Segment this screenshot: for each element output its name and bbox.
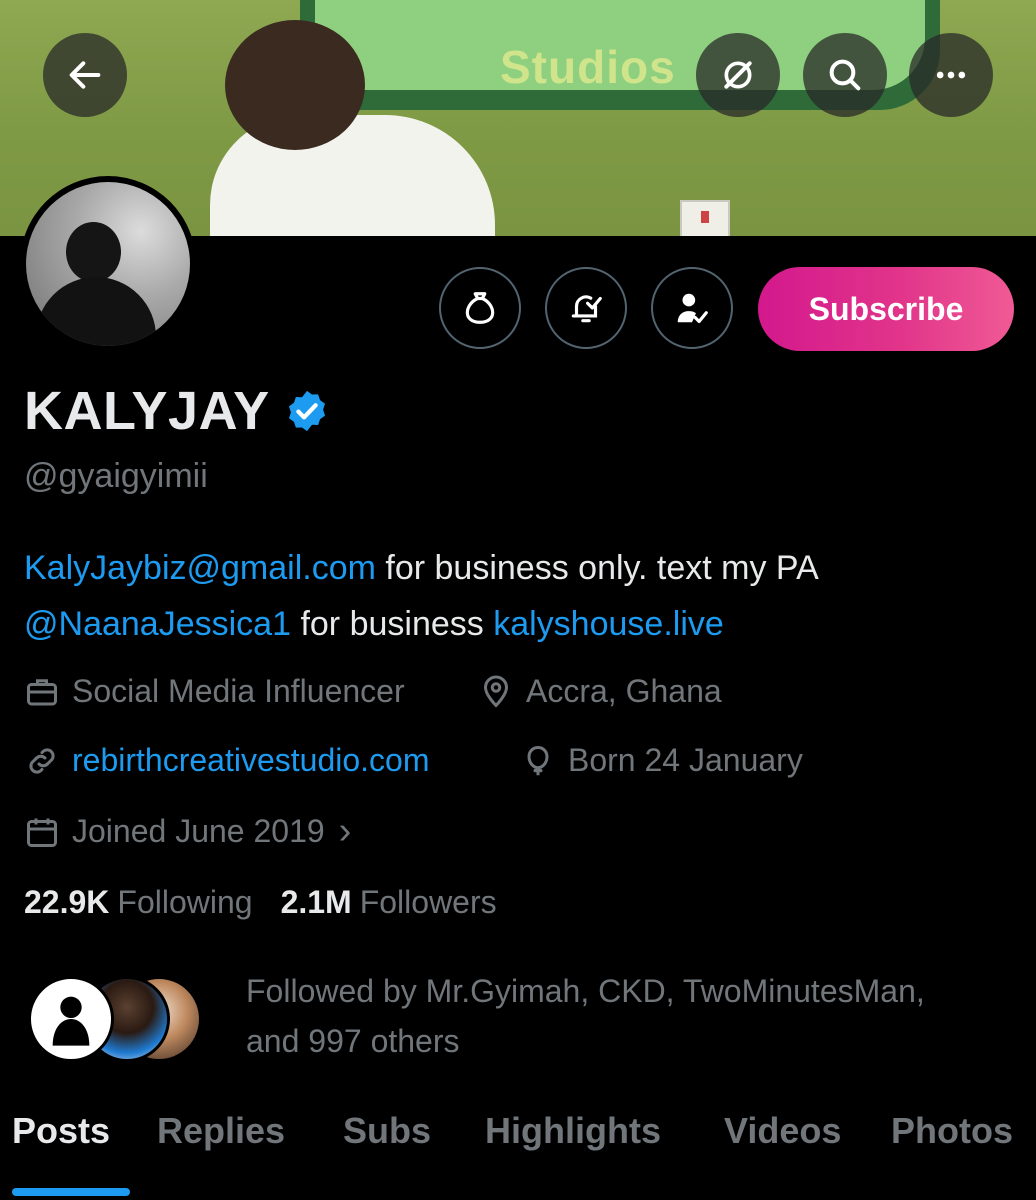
calendar-icon (27, 818, 57, 847)
profile-category: Social Media Influencer (24, 673, 405, 710)
banner-person-head (225, 20, 365, 150)
followed-by-avatars[interactable] (28, 976, 228, 1062)
followed-by-line: Followed by Mr.Gyimah, CKD, TwoMinutesMa… (246, 973, 925, 1009)
person-check-icon (677, 293, 708, 324)
followed-by-line: and 997 others (246, 1023, 460, 1059)
more-button[interactable] (909, 33, 993, 117)
subscribe-button[interactable]: Subscribe (758, 267, 1014, 351)
notifications-button[interactable] (545, 267, 627, 349)
bio-mention-link[interactable]: @NaanaJessica1 (24, 605, 291, 643)
chevron-right-icon: › (338, 810, 352, 852)
category-text: Social Media Influencer (72, 673, 405, 709)
balloon-icon (527, 745, 549, 775)
tab-videos[interactable]: Videos (724, 1110, 841, 1152)
money-bag-icon (465, 292, 495, 324)
banner-sign-text: Studios (500, 41, 676, 93)
avatar-image (26, 182, 190, 346)
tab-subs[interactable]: Subs (343, 1110, 431, 1152)
joined-text: Joined June 2019 (72, 813, 325, 849)
more-horizontal-icon (936, 71, 966, 79)
grok-button[interactable] (696, 33, 780, 117)
followers-count: 2.1M (280, 884, 352, 920)
link-icon (29, 747, 55, 774)
profile-website[interactable]: rebirthcreativestudio.com (24, 742, 429, 779)
back-button[interactable] (43, 33, 127, 117)
verified-badge-icon[interactable] (284, 388, 330, 434)
profile-location: Accra, Ghana (478, 673, 722, 710)
profile-joined[interactable]: Joined June 2019 › (24, 810, 351, 853)
profile-tabs: Posts Replies Subs Highlights Videos Pho… (0, 1110, 1036, 1170)
bio-email-link[interactable]: KalyJaybiz@gmail.com (24, 549, 376, 587)
following-stat[interactable]: 22.9K Following (24, 884, 253, 921)
location-pin-icon (483, 675, 509, 708)
wall-switch (680, 200, 730, 236)
arrow-left-icon (69, 61, 101, 89)
profile-bio: KalyJaybiz@gmail.com for business only. … (24, 540, 1014, 652)
profile-birthday: Born 24 January (520, 742, 803, 779)
bio-site-link[interactable]: kalyshouse.live (493, 605, 724, 643)
grok-icon (724, 61, 752, 89)
search-button[interactable] (803, 33, 887, 117)
profile-avatar[interactable] (20, 176, 196, 352)
name-row: KALYJAY (24, 380, 330, 442)
follow-stats: 22.9K Following 2.1M Followers (24, 884, 525, 921)
tab-highlights[interactable]: Highlights (485, 1110, 661, 1152)
avatar (28, 976, 114, 1062)
bell-check-icon (571, 295, 602, 323)
following-label: Following (117, 884, 253, 920)
tip-button[interactable] (439, 267, 521, 349)
bio-text: for business (291, 605, 494, 643)
bio-text: for business only. text my PA (375, 549, 819, 587)
followers-label: Followers (359, 884, 497, 920)
tab-photos[interactable]: Photos (891, 1110, 1013, 1152)
silhouette-icon (52, 996, 90, 1046)
website-link[interactable]: rebirthcreativestudio.com (72, 742, 429, 779)
following-count: 22.9K (24, 884, 110, 920)
tab-replies[interactable]: Replies (157, 1110, 285, 1152)
display-name: KALYJAY (24, 381, 270, 441)
search-icon (829, 59, 861, 91)
briefcase-icon (27, 678, 57, 705)
birthday-text: Born 24 January (568, 742, 803, 778)
followers-stat[interactable]: 2.1M Followers (281, 884, 497, 921)
active-tab-indicator (12, 1188, 130, 1196)
location-text: Accra, Ghana (526, 673, 722, 709)
tab-posts[interactable]: Posts (12, 1110, 110, 1152)
username-handle: @gyaigyimii (24, 457, 208, 495)
followed-by-text[interactable]: Followed by Mr.Gyimah, CKD, TwoMinutesMa… (246, 966, 1016, 1066)
following-button[interactable] (651, 267, 733, 349)
